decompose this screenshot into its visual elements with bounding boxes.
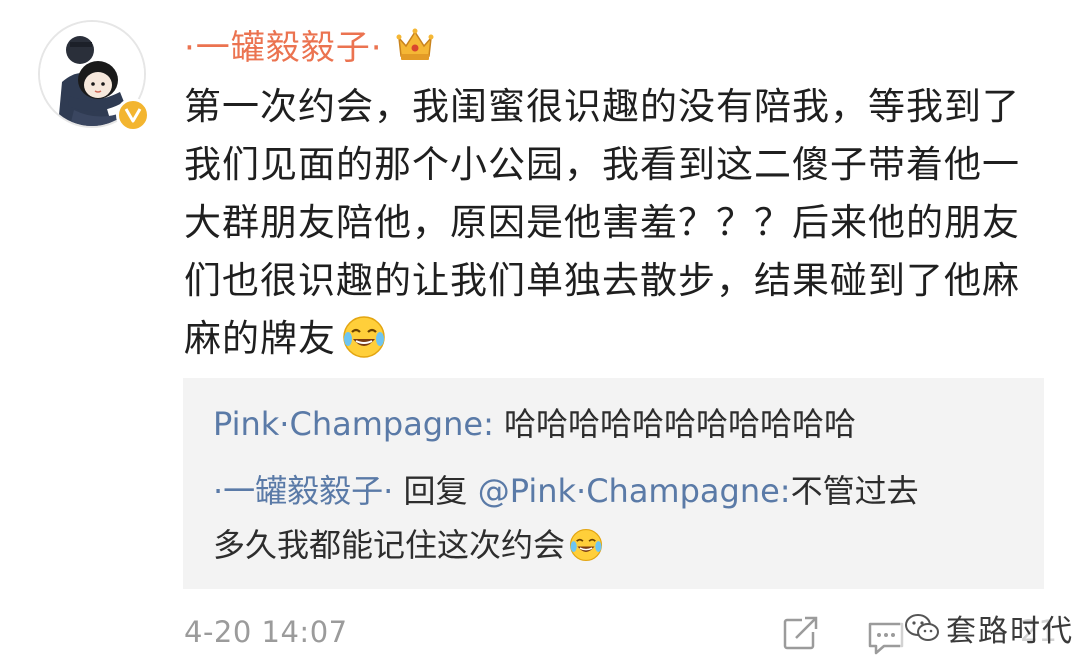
laughing-crying-emoji <box>343 316 385 358</box>
watermark-text: 套路时代 <box>946 614 1074 649</box>
reply-2-text: 不管过去 <box>790 472 919 510</box>
verified-badge-icon <box>116 98 150 132</box>
avatar-container[interactable] <box>38 20 150 132</box>
crown-badge-icon[interactable] <box>395 26 435 62</box>
reply-box[interactable]: Pink·Champagne: 哈哈哈哈哈哈哈哈哈哈哈 ·一罐毅毅子· 回复 @… <box>183 378 1044 589</box>
username-link[interactable]: ·一罐毅毅子· <box>184 20 383 69</box>
share-icon[interactable] <box>782 614 820 652</box>
laughing-crying-emoji <box>569 528 603 562</box>
reply-2-username-link[interactable]: ·一罐毅毅子· <box>213 472 393 510</box>
post-content: 第一次约会，我闺蜜很识趣的没有陪我，等我到了我们见面的那个小公园，我看到这二傻子… <box>184 78 1034 368</box>
post-timestamp: 4-20 14:07 <box>184 615 348 649</box>
watermark: 套路时代 <box>900 604 1078 652</box>
post-header: ·一罐毅毅子· <box>184 20 435 69</box>
reply-1: Pink·Champagne: 哈哈哈哈哈哈哈哈哈哈哈 <box>213 401 856 447</box>
reply-2-text-continued: 多久我都能记住这次约会 <box>213 526 566 564</box>
reply-2-continued: 多久我都能记住这次约会 <box>213 522 603 568</box>
wechat-logo-icon <box>905 614 939 641</box>
post-text: 第一次约会，我闺蜜很识趣的没有陪我，等我到了我们见面的那个小公园，我看到这二傻子… <box>184 85 1020 360</box>
reply-2: ·一罐毅毅子· 回复 @Pink·Champagne:不管过去 <box>213 468 919 514</box>
reply-1-username-link[interactable]: Pink·Champagne: <box>213 405 494 443</box>
reply-2-mention-link[interactable]: @Pink·Champagne: <box>478 472 791 510</box>
reply-1-text: 哈哈哈哈哈哈哈哈哈哈哈 <box>493 405 857 443</box>
reply-2-reply-word: 回复 <box>393 472 478 510</box>
